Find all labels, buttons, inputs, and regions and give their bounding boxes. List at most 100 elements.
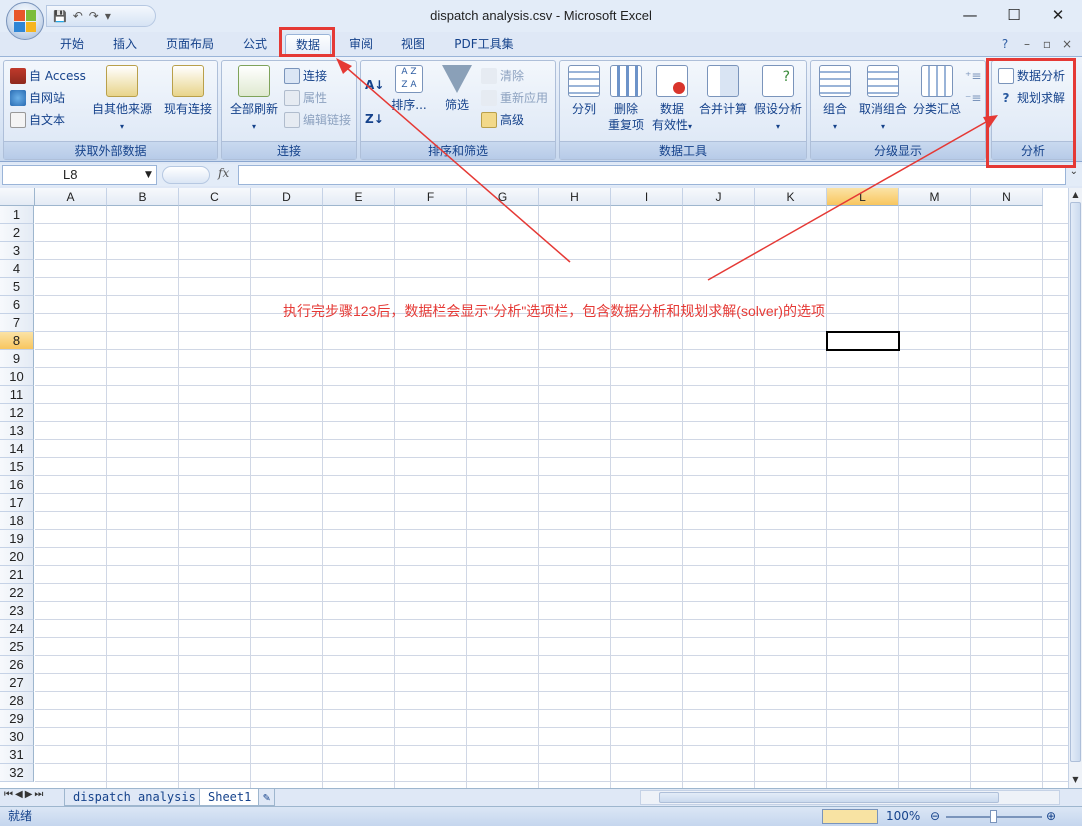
- formula-bar-resize-handle[interactable]: [162, 166, 210, 184]
- tab-page-layout[interactable]: 页面布局: [158, 34, 222, 56]
- column-header-b[interactable]: B: [107, 188, 179, 206]
- row-header-29[interactable]: 29: [0, 710, 34, 728]
- row-header-30[interactable]: 30: [0, 728, 34, 746]
- row-header-4[interactable]: 4: [0, 260, 34, 278]
- data-validation-button[interactable]: 数据 有效性▾: [648, 65, 696, 135]
- scroll-down-icon[interactable]: ▼: [1070, 775, 1081, 786]
- row-header-18[interactable]: 18: [0, 512, 34, 530]
- connections-button[interactable]: 连接: [284, 66, 327, 86]
- horizontal-scrollbar[interactable]: [640, 790, 1060, 805]
- column-header-g[interactable]: G: [467, 188, 539, 206]
- column-header-k[interactable]: K: [755, 188, 827, 206]
- from-web-button[interactable]: 自网站: [10, 88, 65, 108]
- horizontal-scroll-thumb[interactable]: [659, 792, 999, 803]
- refresh-all-button[interactable]: 全部刷新 ▾: [226, 65, 282, 135]
- formula-input[interactable]: [238, 165, 1066, 185]
- maximize-button[interactable]: ☐: [996, 4, 1032, 26]
- row-header-17[interactable]: 17: [0, 494, 34, 512]
- column-header-h[interactable]: H: [539, 188, 611, 206]
- ribbon-close-icon[interactable]: ×: [1058, 34, 1076, 56]
- tab-formulas[interactable]: 公式: [233, 34, 277, 56]
- close-button[interactable]: ✕: [1040, 4, 1076, 26]
- text-to-columns-button[interactable]: 分列: [564, 65, 604, 117]
- show-detail-icon[interactable]: ⁺≡: [965, 66, 981, 86]
- row-header-16[interactable]: 16: [0, 476, 34, 494]
- row-header-27[interactable]: 27: [0, 674, 34, 692]
- sort-button[interactable]: A ZZ A 排序...: [389, 65, 429, 113]
- vertical-scrollbar[interactable]: ▲ ▼: [1068, 188, 1082, 788]
- row-header-6[interactable]: 6: [0, 296, 34, 314]
- row-header-7[interactable]: 7: [0, 314, 34, 332]
- name-box[interactable]: L8: [2, 165, 157, 185]
- tab-home[interactable]: 开始: [50, 34, 94, 56]
- properties-button[interactable]: 属性: [284, 88, 327, 108]
- row-header-12[interactable]: 12: [0, 404, 34, 422]
- column-header-m[interactable]: M: [899, 188, 971, 206]
- row-header-5[interactable]: 5: [0, 278, 34, 296]
- column-header-d[interactable]: D: [251, 188, 323, 206]
- row-header-9[interactable]: 9: [0, 350, 34, 368]
- column-header-l[interactable]: L: [827, 188, 899, 206]
- column-header-a[interactable]: A: [35, 188, 107, 206]
- help-icon[interactable]: ?: [996, 34, 1014, 56]
- row-header-24[interactable]: 24: [0, 620, 34, 638]
- sort-asc-button[interactable]: A↓: [365, 75, 384, 95]
- column-header-j[interactable]: J: [683, 188, 755, 206]
- zoom-in-icon[interactable]: ⊕: [1046, 807, 1056, 826]
- column-header-e[interactable]: E: [323, 188, 395, 206]
- ribbon-minimize-icon[interactable]: –: [1018, 34, 1036, 56]
- clear-filter-button[interactable]: 清除: [481, 66, 524, 86]
- office-button[interactable]: [6, 2, 44, 40]
- from-other-sources-button[interactable]: 自其他来源 ▾: [90, 65, 154, 135]
- data-analysis-button[interactable]: 数据分析: [998, 66, 1065, 86]
- row-header-25[interactable]: 25: [0, 638, 34, 656]
- ribbon-restore-icon[interactable]: ▫: [1038, 34, 1056, 56]
- reapply-button[interactable]: 重新应用: [481, 88, 548, 108]
- view-buttons[interactable]: [822, 809, 878, 824]
- group-rows-button[interactable]: 组合 ▾: [815, 65, 855, 135]
- hide-detail-icon[interactable]: ⁻≡: [965, 88, 981, 108]
- row-header-2[interactable]: 2: [0, 224, 34, 242]
- insert-sheet-icon[interactable]: ✎: [258, 789, 276, 806]
- row-header-20[interactable]: 20: [0, 548, 34, 566]
- filter-button[interactable]: 筛选: [437, 65, 477, 113]
- select-all-corner[interactable]: [0, 188, 35, 206]
- sheet-nav-icon[interactable]: ⏮◀▶⏭: [4, 789, 45, 800]
- sort-desc-button[interactable]: Z↓: [365, 109, 384, 129]
- row-header-3[interactable]: 3: [0, 242, 34, 260]
- tab-data[interactable]: 数据: [285, 34, 331, 56]
- column-header-i[interactable]: I: [611, 188, 683, 206]
- vertical-scroll-thumb[interactable]: [1070, 202, 1081, 762]
- minimize-button[interactable]: —: [952, 4, 988, 26]
- tab-view[interactable]: 视图: [391, 34, 435, 56]
- row-header-31[interactable]: 31: [0, 746, 34, 764]
- existing-connections-button[interactable]: 现有连接: [160, 65, 216, 117]
- row-header-32[interactable]: 32: [0, 764, 34, 782]
- from-access-button[interactable]: 自 Access: [10, 66, 86, 86]
- row-header-1[interactable]: 1: [0, 206, 34, 224]
- row-header-26[interactable]: 26: [0, 656, 34, 674]
- tab-insert[interactable]: 插入: [103, 34, 147, 56]
- row-header-13[interactable]: 13: [0, 422, 34, 440]
- ungroup-button[interactable]: 取消组合 ▾: [857, 65, 909, 135]
- zoom-slider-thumb[interactable]: [990, 810, 997, 823]
- solver-button[interactable]: ? 规划求解: [998, 88, 1066, 108]
- row-header-23[interactable]: 23: [0, 602, 34, 620]
- from-text-button[interactable]: 自文本: [10, 110, 65, 130]
- scroll-up-icon[interactable]: ▲: [1070, 190, 1081, 201]
- zoom-out-icon[interactable]: ⊖: [930, 807, 940, 826]
- row-header-19[interactable]: 19: [0, 530, 34, 548]
- advanced-filter-button[interactable]: 高级: [481, 110, 524, 130]
- cells[interactable]: [35, 206, 1068, 788]
- subtotal-button[interactable]: 分类汇总: [911, 65, 963, 117]
- column-header-f[interactable]: F: [395, 188, 467, 206]
- row-header-22[interactable]: 22: [0, 584, 34, 602]
- row-header-14[interactable]: 14: [0, 440, 34, 458]
- row-header-28[interactable]: 28: [0, 692, 34, 710]
- row-header-21[interactable]: 21: [0, 566, 34, 584]
- column-header-n[interactable]: N: [971, 188, 1043, 206]
- remove-duplicates-button[interactable]: 删除 重复项: [604, 65, 648, 133]
- row-header-15[interactable]: 15: [0, 458, 34, 476]
- active-cell[interactable]: [826, 331, 900, 351]
- row-header-8[interactable]: 8: [0, 332, 34, 350]
